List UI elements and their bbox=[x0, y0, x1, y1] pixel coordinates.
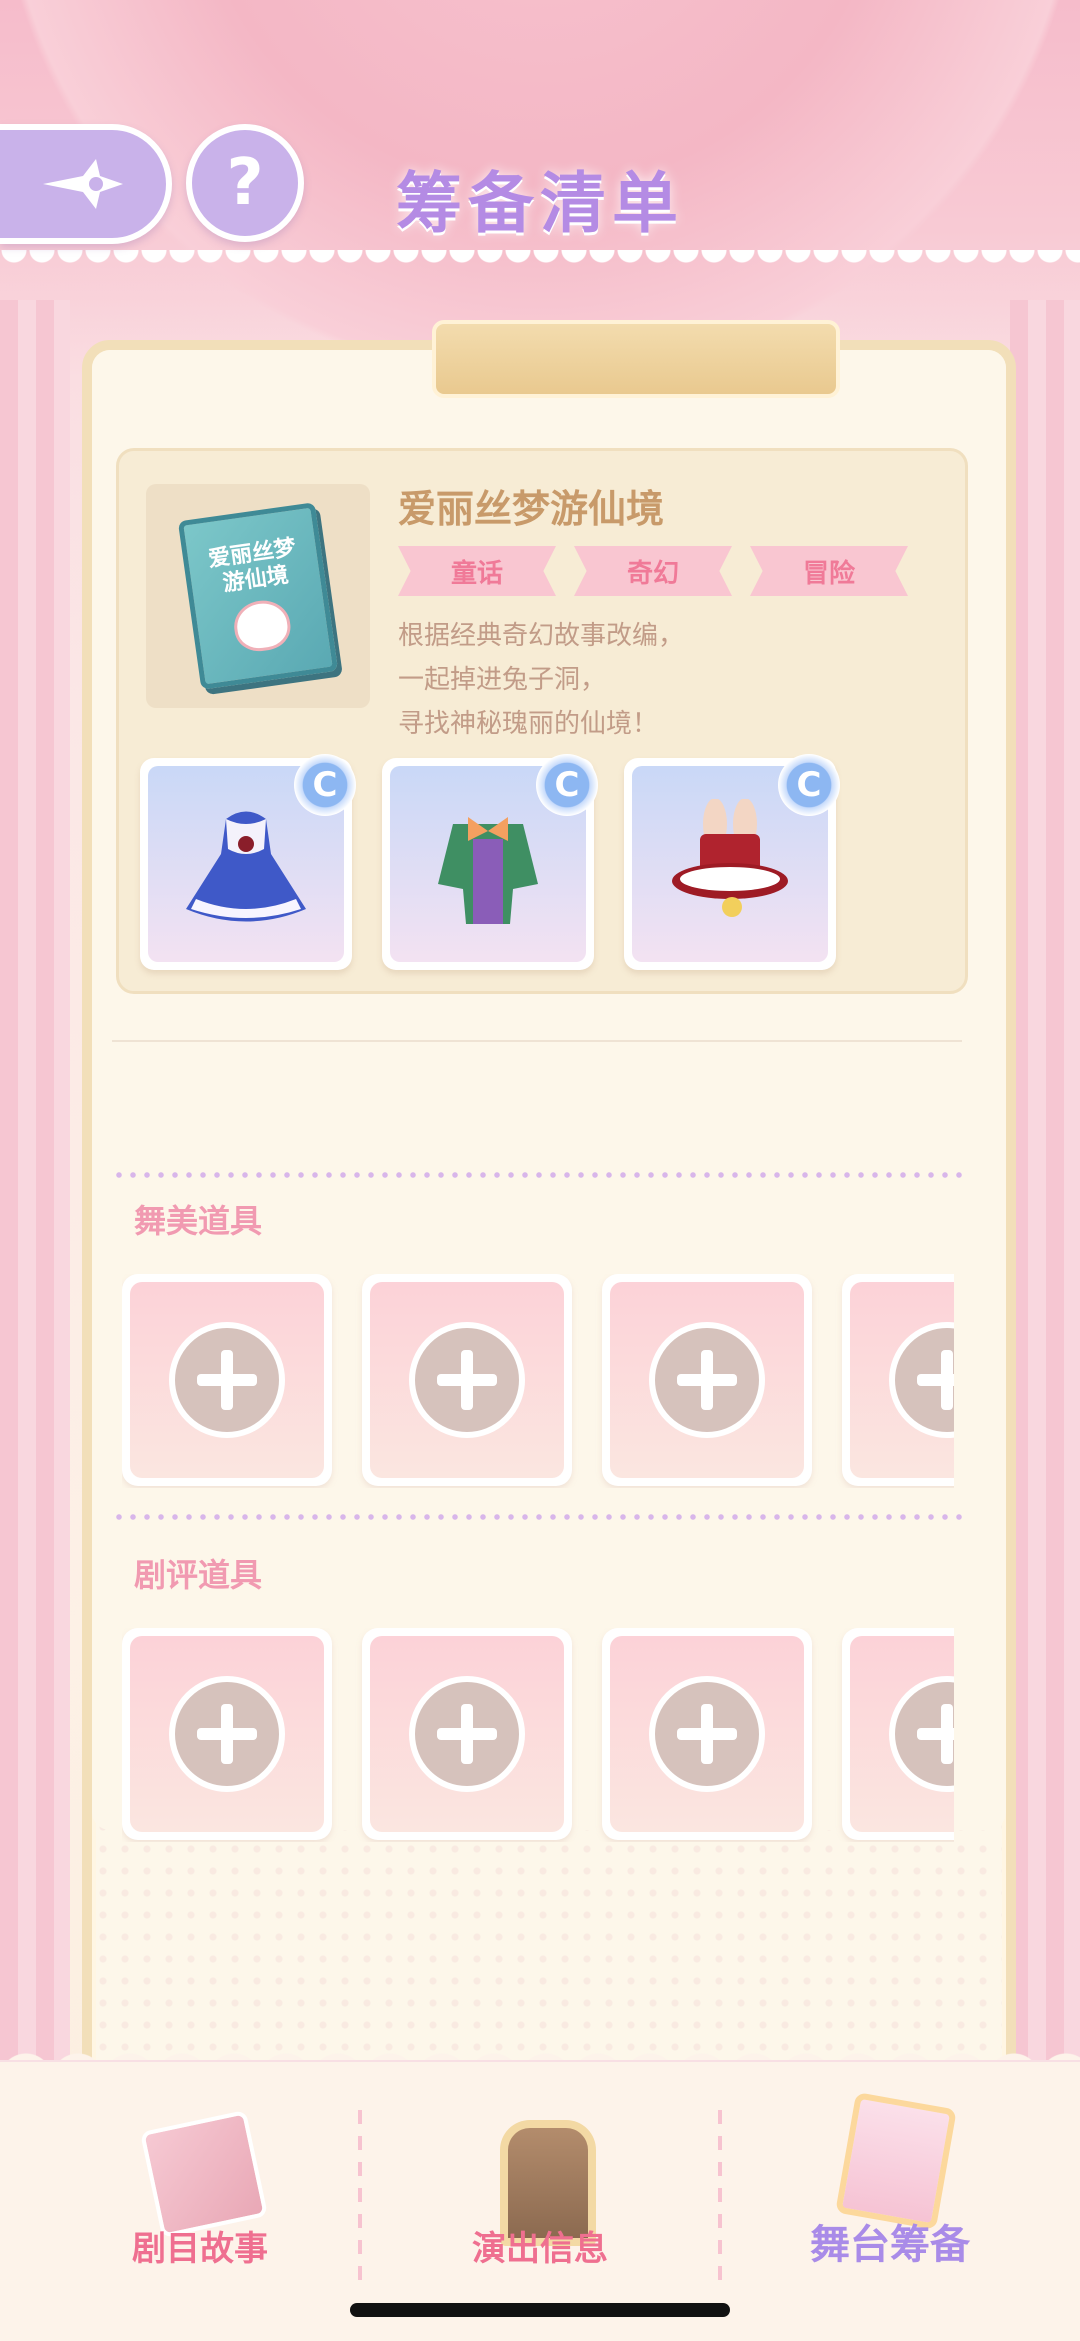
review-props-row bbox=[122, 1628, 954, 1842]
plus-icon bbox=[889, 1322, 954, 1438]
rarity-badge: C bbox=[778, 754, 840, 816]
stage-prop-slot[interactable] bbox=[842, 1274, 954, 1486]
stage-prop-slot[interactable] bbox=[122, 1274, 332, 1486]
bunny-icon bbox=[230, 597, 294, 655]
book-cover-title: 爱丽丝梦游仙境 bbox=[206, 535, 298, 597]
stage-prop-slot[interactable] bbox=[362, 1274, 572, 1486]
outfit-item-green-suit[interactable]: C bbox=[382, 754, 598, 970]
rarity-badge: C bbox=[536, 754, 598, 816]
lace-trim bbox=[0, 250, 1080, 278]
dotted-divider bbox=[112, 1514, 962, 1520]
story-tags: 童话 奇幻 冒险 bbox=[398, 546, 908, 596]
page-title: 筹备清单 bbox=[396, 165, 684, 242]
tag-item: 奇幻 bbox=[574, 546, 732, 596]
story-title: 爱丽丝梦游仙境 bbox=[398, 487, 665, 531]
outfit-item-rabbit-hat[interactable]: C bbox=[624, 754, 840, 970]
green-suit-icon bbox=[438, 817, 538, 924]
tag-item: 冒险 bbox=[750, 546, 908, 596]
clipboard-icon bbox=[835, 2092, 957, 2230]
plus-icon bbox=[889, 1676, 954, 1792]
rarity-badge: C bbox=[294, 754, 356, 816]
review-prop-slot[interactable] bbox=[602, 1628, 812, 1840]
divider bbox=[112, 1040, 962, 1042]
outfit-item-blue-dress[interactable]: C bbox=[140, 754, 356, 970]
rabbit-hat-icon bbox=[672, 799, 788, 917]
book-icon: 爱丽丝梦游仙境 bbox=[177, 502, 339, 690]
plus-icon bbox=[169, 1676, 285, 1792]
blue-dress-icon bbox=[186, 811, 306, 922]
review-prop-slot[interactable] bbox=[362, 1628, 572, 1840]
story-cover[interactable]: 爱丽丝梦游仙境 bbox=[146, 484, 370, 708]
review-prop-slot[interactable] bbox=[842, 1628, 954, 1840]
review-prop-slot[interactable] bbox=[122, 1628, 332, 1840]
plus-icon bbox=[649, 1676, 765, 1792]
section-title-stage-props: 舞美道具 bbox=[134, 1202, 263, 1240]
plus-icon bbox=[409, 1322, 525, 1438]
nav-item-info[interactable]: 演出信息 bbox=[390, 2080, 690, 2280]
plus-icon bbox=[169, 1322, 285, 1438]
plus-icon bbox=[649, 1322, 765, 1438]
story-description: 根据经典奇幻故事改编， 一起掉进兔子洞， 寻找神秘瑰丽的仙境！ bbox=[398, 621, 685, 739]
stage-prop-slot[interactable] bbox=[602, 1274, 812, 1486]
plus-icon bbox=[409, 1676, 525, 1792]
panel-tab-decoration bbox=[432, 320, 840, 398]
dotted-divider bbox=[112, 1172, 962, 1178]
nav-item-prep[interactable]: 舞台筹备 bbox=[740, 2080, 1040, 2280]
nav-separator bbox=[718, 2110, 722, 2280]
left-curtain bbox=[0, 300, 70, 2060]
outfit-list: C C C bbox=[140, 754, 840, 970]
tag-item: 童话 bbox=[398, 546, 556, 596]
storybook-icon bbox=[139, 2109, 269, 2239]
nav-separator bbox=[358, 2110, 362, 2280]
nav-item-story[interactable]: 剧目故事 bbox=[50, 2080, 350, 2280]
right-curtain bbox=[1010, 300, 1080, 2060]
stage-props-row bbox=[122, 1274, 954, 1488]
section-title-review-props: 剧评道具 bbox=[134, 1556, 263, 1594]
home-indicator[interactable] bbox=[350, 2303, 730, 2317]
